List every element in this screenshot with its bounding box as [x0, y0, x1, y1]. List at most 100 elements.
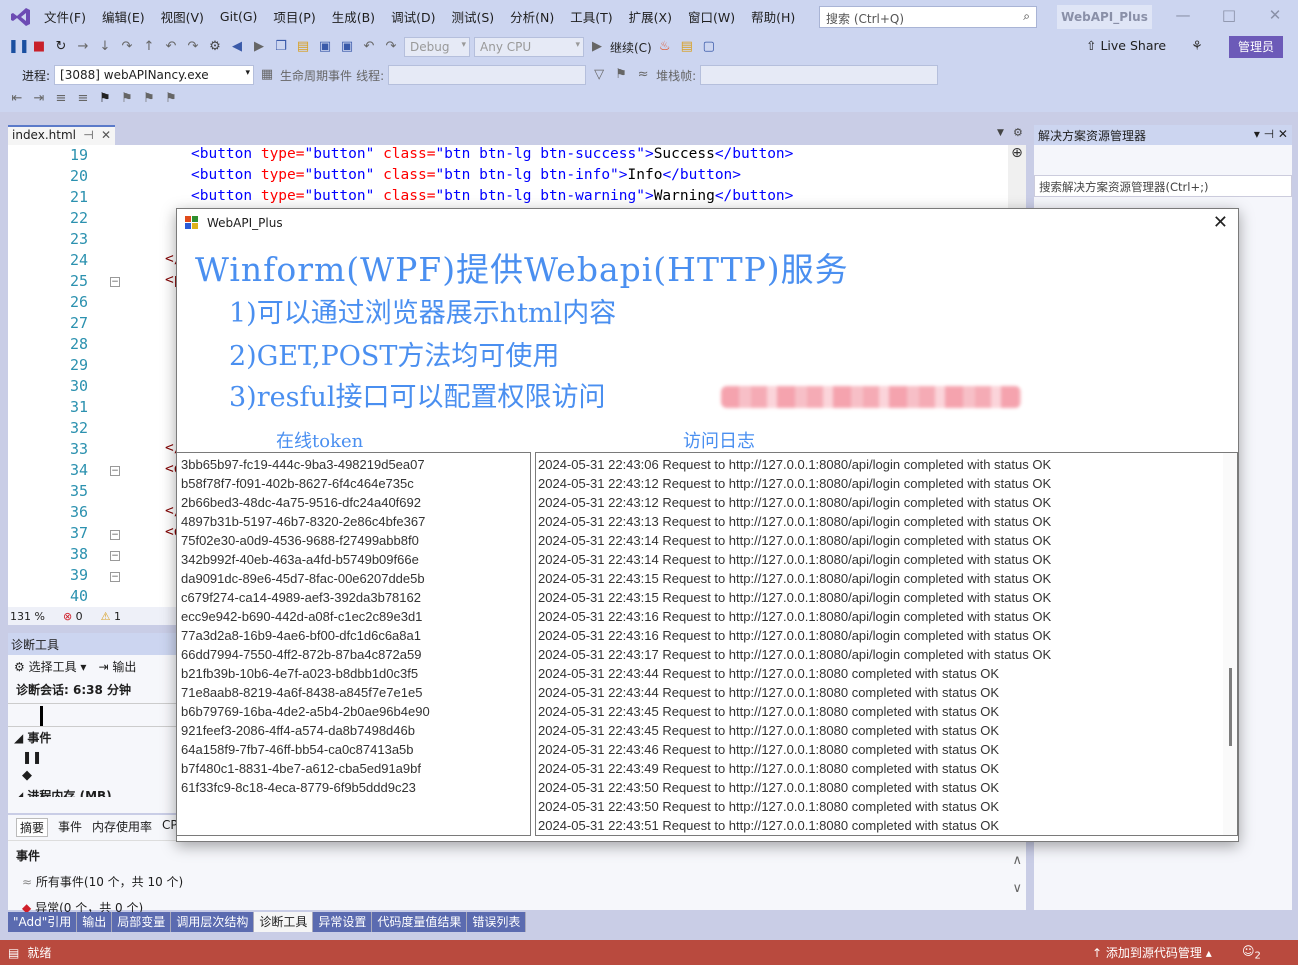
menu-build[interactable]: 生成(B)	[324, 7, 383, 26]
menu-test[interactable]: 测试(S)	[443, 7, 502, 26]
memory-section[interactable]: ◢ 进程内存 (MB)	[8, 785, 176, 797]
log-entry[interactable]: 2024-05-31 22:43:16 Request to http://12…	[536, 626, 1237, 645]
log-entry[interactable]: 2024-05-31 22:43:49 Request to http://12…	[536, 759, 1237, 778]
redo-icon[interactable]: ↷	[382, 38, 400, 56]
access-log-list[interactable]: 2024-05-31 22:43:06 Request to http://12…	[535, 452, 1238, 836]
configuration-select[interactable]: Debug ▾	[404, 37, 470, 57]
log-entry[interactable]: 2024-05-31 22:43:06 Request to http://12…	[536, 455, 1237, 474]
fold-toggle[interactable]: −	[110, 466, 120, 476]
menu-help[interactable]: 帮助(H)	[743, 7, 803, 26]
tab-events[interactable]: 事件	[58, 818, 82, 837]
save-all-icon[interactable]: ▣	[338, 38, 356, 56]
scroll-down-icon[interactable]: ∨	[1012, 881, 1022, 896]
live-share-button[interactable]: ⇧ Live Share	[1086, 38, 1166, 53]
tab-exception-settings[interactable]: 异常设置	[313, 912, 373, 932]
log-entry[interactable]: 2024-05-31 22:43:17 Request to http://12…	[536, 645, 1237, 664]
stop-icon[interactable]: ■	[30, 38, 48, 56]
fold-toggle[interactable]: −	[110, 277, 120, 287]
restart-icon[interactable]: ↻	[52, 38, 70, 56]
indent-icon[interactable]: ⇥	[30, 90, 48, 108]
fold-toggle[interactable]: −	[110, 572, 120, 582]
redo-nav-icon[interactable]: ↷	[184, 38, 202, 56]
step-into-icon[interactable]: ↓	[96, 38, 114, 56]
tab-code-metrics[interactable]: 代码度量值结果	[372, 912, 468, 932]
stack-frame-select[interactable]	[700, 65, 939, 85]
log-entry[interactable]: 2024-05-31 22:43:45 Request to http://12…	[536, 702, 1237, 721]
tab-diagnostic-tools[interactable]: 诊断工具	[254, 912, 314, 932]
editor-settings-icon[interactable]: ⚙	[1013, 126, 1023, 139]
log-entry[interactable]: 2024-05-31 22:43:16 Request to http://12…	[536, 607, 1237, 626]
new-project-icon[interactable]: ❐	[272, 38, 290, 56]
fold-toggle[interactable]: −	[110, 530, 120, 540]
forward-icon[interactable]: ▶	[250, 38, 268, 56]
token-item[interactable]: ecc9e942-b690-442d-a08f-c1ec2c89e3d1	[177, 607, 530, 626]
token-item[interactable]: 66dd7994-7550-4ff2-872b-87ba4c872a59	[177, 645, 530, 664]
tab-call-hierarchy[interactable]: 调用层次结构	[171, 912, 255, 932]
log-scroll-thumb[interactable]	[1229, 668, 1232, 746]
lifecycle-events-button[interactable]: 生命周期事件	[280, 67, 352, 84]
scroll-up-icon[interactable]: ∧	[1012, 853, 1022, 868]
token-item[interactable]: 61f33fc9-8c18-4eca-8779-6f9b5ddd9c23	[177, 778, 530, 797]
log-entry[interactable]: 2024-05-31 22:43:44 Request to http://12…	[536, 683, 1237, 702]
log-entry[interactable]: 2024-05-31 22:43:13 Request to http://12…	[536, 512, 1237, 531]
bookmark-icon[interactable]: ⚑	[96, 90, 114, 108]
menu-extensions[interactable]: 扩展(X)	[621, 7, 680, 26]
menu-file[interactable]: 文件(F)	[36, 7, 94, 26]
process-select[interactable]: [3088] webAPINancy.exe ▾	[54, 65, 255, 85]
pin-icon[interactable]: ⊣	[83, 128, 93, 144]
token-item[interactable]: 3bb65b97-fc19-444c-9ba3-498219d5ea07	[177, 455, 530, 474]
log-entry[interactable]: 2024-05-31 22:43:46 Request to http://12…	[536, 740, 1237, 759]
log-entry[interactable]: 2024-05-31 22:43:15 Request to http://12…	[536, 569, 1237, 588]
menu-window[interactable]: 窗口(W)	[680, 7, 743, 26]
token-list[interactable]: 3bb65b97-fc19-444c-9ba3-498219d5ea07 b58f…	[177, 452, 531, 836]
menu-analyze[interactable]: 分析(N)	[502, 7, 562, 26]
browser-icon[interactable]: ▢	[700, 38, 718, 56]
folder-icon[interactable]: ▤	[678, 38, 696, 56]
hot-reload-flame-icon[interactable]: ♨	[656, 38, 674, 56]
zoom-level[interactable]: 131 %	[10, 610, 45, 623]
token-item[interactable]: 71e8aab8-8219-4a6f-8438-a845f7e7e1e5	[177, 683, 530, 702]
token-item[interactable]: b6b79769-16ba-4de2-a5b4-2b0ae96b4e90	[177, 702, 530, 721]
tab-output[interactable]: 输出	[77, 912, 113, 932]
log-entry[interactable]: 2024-05-31 22:43:15 Request to http://12…	[536, 588, 1237, 607]
editor-overflow-icon[interactable]: ▼	[997, 128, 1004, 138]
timeline-ruler[interactable]	[8, 703, 176, 727]
continue-button[interactable]: 继续(C)	[610, 39, 652, 56]
menu-view[interactable]: 视图(V)	[153, 7, 212, 26]
log-entry[interactable]: 2024-05-31 22:43:45 Request to http://12…	[536, 721, 1237, 740]
log-entry[interactable]: 2024-05-31 22:43:50 Request to http://12…	[536, 797, 1237, 816]
undo-nav-icon[interactable]: ↶	[162, 38, 180, 56]
log-entry[interactable]: 2024-05-31 22:43:12 Request to http://12…	[536, 474, 1237, 493]
token-item[interactable]: da9091dc-89e6-45d7-8fac-00e6207dde5b	[177, 569, 530, 588]
visual-studio-logo-icon[interactable]	[6, 2, 36, 32]
menu-debug[interactable]: 调试(D)	[383, 7, 443, 26]
tab-close-icon[interactable]: ✕	[101, 128, 111, 144]
comment-icon[interactable]: ≡	[52, 90, 70, 108]
platform-select[interactable]: Any CPU ▾	[474, 37, 584, 57]
solution-search-input[interactable]: 搜索解决方案资源管理器(Ctrl+;)	[1034, 175, 1292, 197]
step-icon[interactable]: →	[74, 38, 92, 56]
log-vertical-scrollbar[interactable]	[1223, 453, 1237, 835]
token-item[interactable]: 77a3d2a8-16b9-4ae6-bf00-dfc1d6c6a8a1	[177, 626, 530, 645]
log-entry[interactable]: 2024-05-31 22:43:12 Request to http://12…	[536, 493, 1237, 512]
next-bookmark-icon[interactable]: ⚑	[140, 90, 158, 108]
lifecycle-icon[interactable]: ▦	[258, 66, 276, 84]
notifications-button[interactable]: ☺2	[1242, 944, 1261, 961]
pause-icon[interactable]: ❚❚	[8, 38, 30, 56]
save-icon[interactable]: ▣	[316, 38, 334, 56]
prev-bookmark-icon[interactable]: ⚑	[118, 90, 136, 108]
tab-index-html[interactable]: index.html ⊣ ✕	[8, 125, 115, 145]
token-item[interactable]: 64a158f9-7fb7-46ff-bb54-ca0c87413a5b	[177, 740, 530, 759]
log-entry[interactable]: 2024-05-31 22:43:14 Request to http://12…	[536, 531, 1237, 550]
output-button[interactable]: ⇥ 输出	[98, 658, 136, 675]
add-to-source-control-button[interactable]: ↑ 添加到源代码管理 ▴	[1092, 944, 1212, 961]
menu-edit[interactable]: 编辑(E)	[94, 7, 153, 26]
undo-icon[interactable]: ↶	[360, 38, 378, 56]
menu-project[interactable]: 项目(P)	[265, 7, 323, 26]
step-out-icon[interactable]: ↑	[140, 38, 158, 56]
uncomment-icon[interactable]: ≡	[74, 90, 92, 108]
back-icon[interactable]: ◀	[228, 38, 246, 56]
token-item[interactable]: b7f480c1-8831-4be7-a612-cba5ed91a9bf	[177, 759, 530, 778]
select-tool-button[interactable]: ⚙ 选择工具 ▾	[14, 658, 86, 675]
filter-icon[interactable]: ▽	[590, 66, 608, 84]
